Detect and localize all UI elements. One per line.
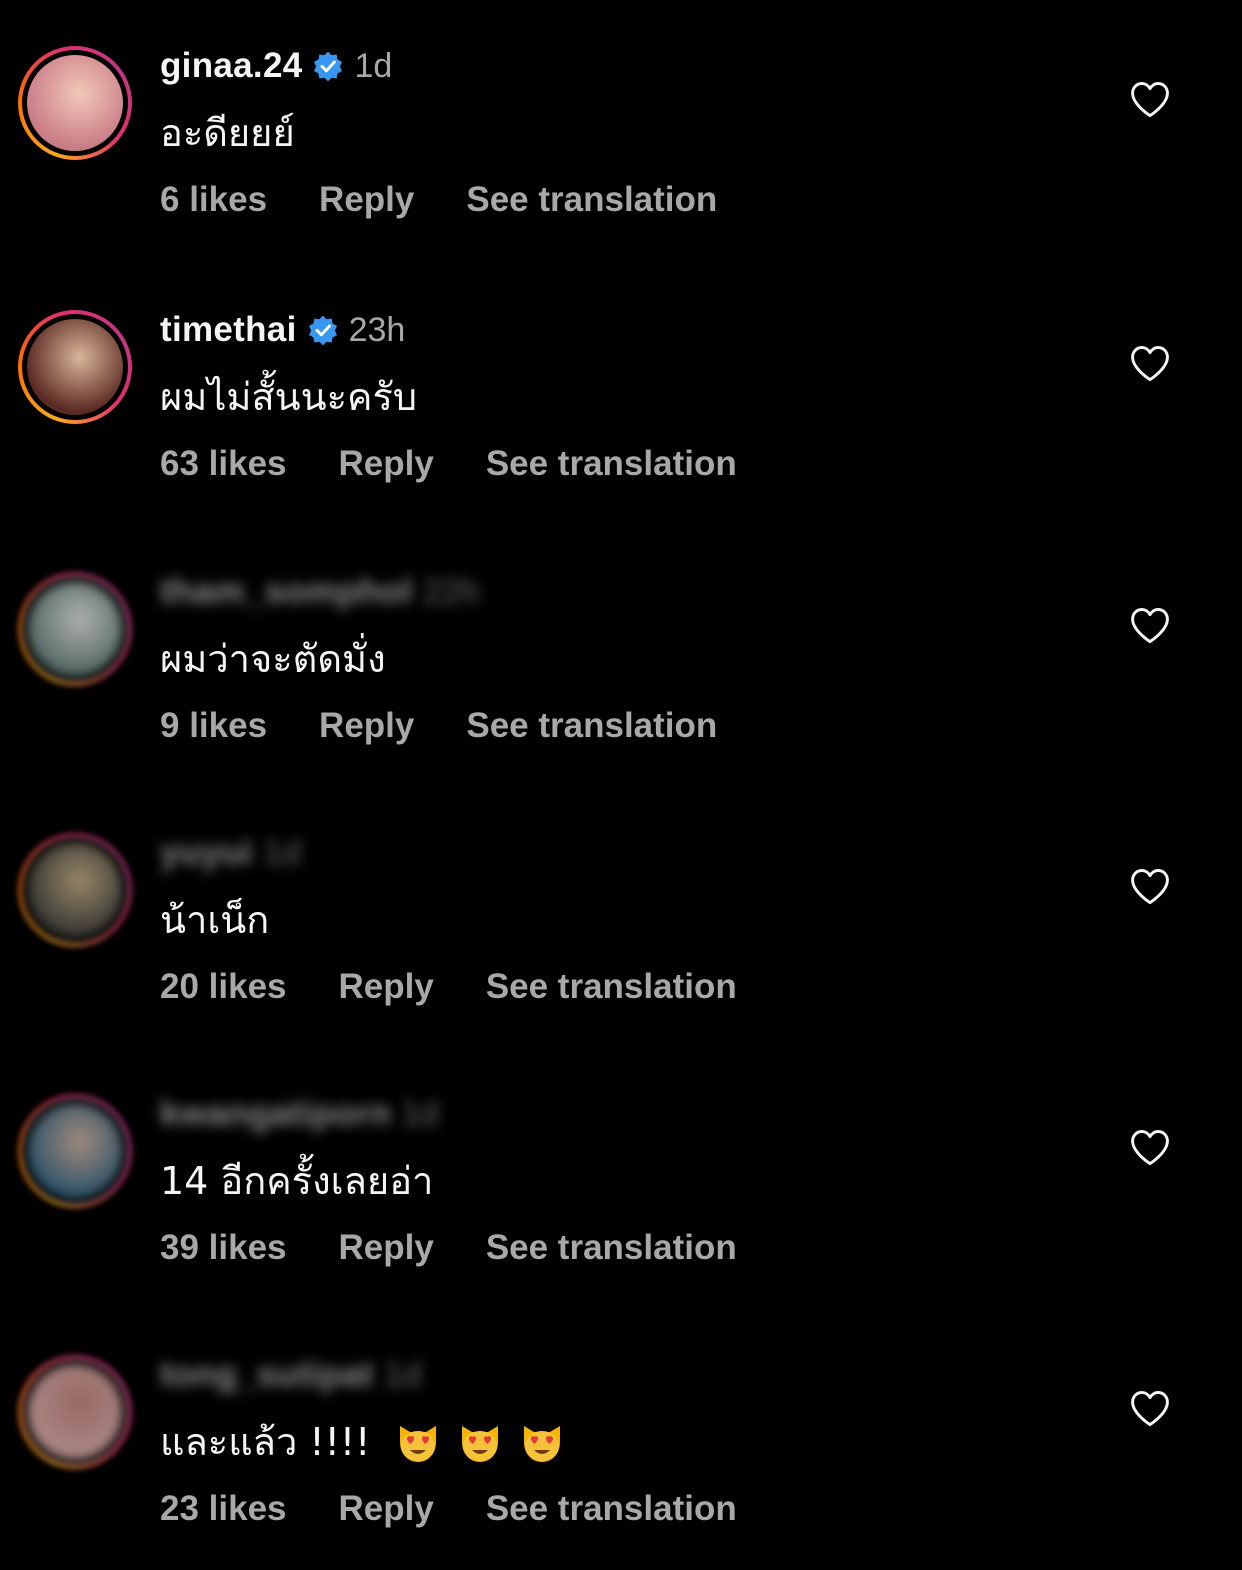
- reply-button[interactable]: Reply: [339, 1489, 434, 1529]
- comment-text: 14 อีกครั้งเลยอ่า: [160, 1150, 433, 1211]
- comment-text-content: อะดียยย์: [160, 111, 295, 155]
- comment-text: และแล้ว !!!!: [160, 1411, 566, 1472]
- comment-item: tong_sutipat 1d และแล้ว !!!! 23 likes Re…: [0, 1309, 1242, 1549]
- heart-eyes-cat-icon: [400, 1425, 437, 1462]
- comment-header: ginaa.24 1d: [160, 46, 392, 86]
- avatar[interactable]: [18, 572, 132, 686]
- see-translation-button[interactable]: See translation: [486, 967, 737, 1007]
- heart-eyes-cat-icon: [524, 1425, 561, 1462]
- comment-text-content: ผมว่าจะตัดมั่ง: [160, 637, 386, 681]
- timestamp: 1d: [401, 1094, 439, 1133]
- avatar-image: [27, 1364, 123, 1460]
- see-translation-button[interactable]: See translation: [466, 180, 717, 220]
- heart-eyes-cat-icon: [462, 1425, 499, 1462]
- comment-header: yuyui 1d: [160, 833, 301, 873]
- like-heart-icon[interactable]: [1128, 342, 1172, 386]
- comment-text: อะดียยย์: [160, 102, 295, 163]
- avatar-image: [27, 1103, 123, 1199]
- like-heart-icon[interactable]: [1128, 1126, 1172, 1170]
- see-translation-button[interactable]: See translation: [486, 1228, 737, 1268]
- comment-actions: 63 likes Reply See translation: [160, 444, 789, 484]
- see-translation-button[interactable]: See translation: [466, 706, 717, 746]
- like-heart-icon[interactable]: [1128, 78, 1172, 122]
- avatar[interactable]: [18, 1094, 132, 1208]
- see-translation-button[interactable]: See translation: [486, 444, 737, 484]
- comment-text-content: และแล้ว !!!!: [160, 1420, 371, 1464]
- comment-actions: 39 likes Reply See translation: [160, 1228, 789, 1268]
- see-translation-button[interactable]: See translation: [486, 1489, 737, 1529]
- reply-button[interactable]: Reply: [339, 967, 434, 1007]
- timestamp: 1d: [262, 833, 301, 872]
- username[interactable]: tong_sutipat: [160, 1355, 374, 1395]
- like-heart-icon[interactable]: [1128, 865, 1172, 909]
- username[interactable]: tham_somphol: [160, 572, 413, 612]
- likes-count-link[interactable]: 6 likes: [160, 180, 267, 220]
- timestamp: 23h: [348, 310, 406, 349]
- comment-text: ผมว่าจะตัดมั่ง: [160, 628, 386, 689]
- comment-actions: 6 likes Reply See translation: [160, 180, 769, 220]
- reply-button[interactable]: Reply: [319, 706, 414, 746]
- likes-count-link[interactable]: 20 likes: [160, 967, 287, 1007]
- likes-count-link[interactable]: 9 likes: [160, 706, 267, 746]
- avatar-image: [27, 842, 123, 938]
- comment-actions: 23 likes Reply See translation: [160, 1489, 789, 1529]
- avatar-image: [27, 581, 123, 677]
- reply-button[interactable]: Reply: [339, 1228, 434, 1268]
- reply-button[interactable]: Reply: [339, 444, 434, 484]
- comment-text: น้าเน็ก: [160, 889, 269, 950]
- comment-header: tong_sutipat 1d: [160, 1355, 421, 1395]
- comment-text: ผมไม่สั้นนะครับ: [160, 366, 417, 427]
- comment-header: tham_somphol 22h: [160, 572, 479, 612]
- avatar[interactable]: [18, 1355, 132, 1469]
- comment-text-content: ผมไม่สั้นนะครับ: [160, 375, 417, 419]
- username[interactable]: kwangatiporn: [160, 1094, 391, 1134]
- likes-count-link[interactable]: 63 likes: [160, 444, 287, 484]
- timestamp: 1d: [383, 1355, 422, 1394]
- avatar-image: [27, 55, 123, 151]
- comment-header: timethai 23h: [160, 310, 405, 350]
- avatar[interactable]: [18, 833, 132, 947]
- comment-item: yuyui 1d น้าเน็ก 20 likes Reply See tran…: [0, 787, 1242, 1027]
- comment-item: kwangatiporn 1d 14 อีกครั้งเลยอ่า 39 lik…: [0, 1048, 1242, 1288]
- verified-badge-icon: [314, 51, 343, 82]
- reply-button[interactable]: Reply: [319, 180, 414, 220]
- avatar[interactable]: [18, 46, 132, 160]
- comment-actions: 20 likes Reply See translation: [160, 967, 789, 1007]
- comment-item: timethai 23h ผมไม่สั้นนะครับ 63 likes Re…: [0, 264, 1242, 504]
- avatar-image: [27, 319, 123, 415]
- timestamp: 22h: [422, 572, 480, 611]
- comment-header: kwangatiporn 1d: [160, 1094, 439, 1134]
- username[interactable]: yuyui: [160, 833, 253, 873]
- avatar[interactable]: [18, 310, 132, 424]
- comment-actions: 9 likes Reply See translation: [160, 706, 769, 746]
- emoji-group: [394, 1418, 566, 1466]
- username[interactable]: ginaa.24: [160, 46, 302, 86]
- likes-count-link[interactable]: 23 likes: [160, 1489, 287, 1529]
- like-heart-icon[interactable]: [1128, 1387, 1172, 1431]
- likes-count-link[interactable]: 39 likes: [160, 1228, 287, 1268]
- comment-item: ginaa.24 1d อะดียยย์ 6 likes Reply See t…: [0, 0, 1242, 240]
- verified-badge-icon: [308, 315, 337, 346]
- comment-item: tham_somphol 22h ผมว่าจะตัดมั่ง 9 likes …: [0, 526, 1242, 766]
- timestamp: 1d: [354, 46, 393, 85]
- username[interactable]: timethai: [160, 310, 297, 350]
- comment-text-content: น้าเน็ก: [160, 898, 270, 942]
- comment-text-content: 14 อีกครั้งเลยอ่า: [160, 1159, 434, 1203]
- like-heart-icon[interactable]: [1128, 604, 1172, 648]
